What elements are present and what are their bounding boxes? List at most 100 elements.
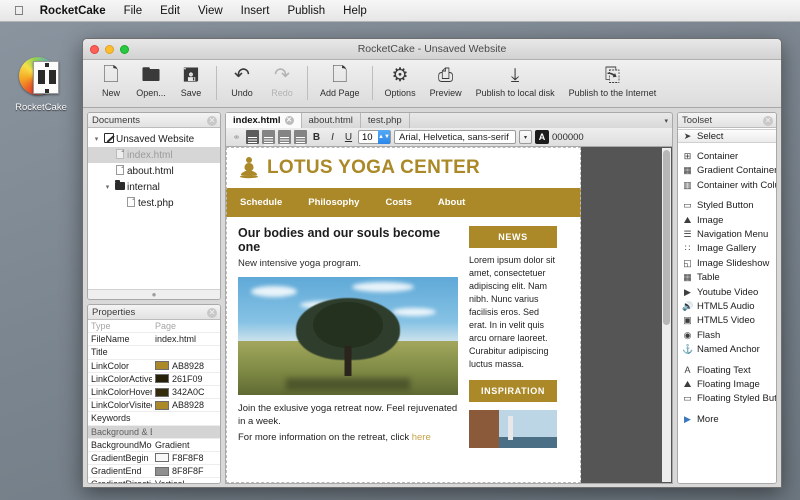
minimize-button[interactable] (105, 45, 114, 54)
property-row[interactable]: LinkColor AB8928 (88, 360, 220, 373)
property-row[interactable]: GradientEnd 8F8F8F (88, 465, 220, 479)
property-value[interactable]: AB8928 (152, 361, 220, 371)
menu-item-edit[interactable]: Edit (151, 0, 189, 22)
toolset-list[interactable]: ➤ Select ⊞ Container ▦ Gradient Container ▥ Con… (678, 128, 776, 483)
property-value[interactable]: Gradient (152, 440, 220, 450)
property-value[interactable]: index.html (152, 334, 220, 344)
toolset-item-floating-image[interactable]: ⛰ Floating Image (678, 377, 776, 391)
site-nav-costs[interactable]: Costs (385, 197, 437, 208)
bold-button[interactable]: B (310, 130, 323, 144)
preview-button[interactable]: ⎙ Preview (423, 64, 469, 98)
property-value[interactable]: 261F09 (152, 374, 220, 384)
tree-on-hill-photo[interactable] (238, 277, 458, 395)
toolset-item-youtube-video[interactable]: ▶ Youtube Video (678, 285, 776, 299)
documents-resize-handle[interactable]: ● (88, 289, 220, 299)
menu-item-file[interactable]: File (115, 0, 152, 22)
article-link-here[interactable]: here (412, 432, 431, 443)
site-nav-schedule[interactable]: Schedule (240, 197, 308, 208)
color-swatch[interactable] (155, 387, 169, 397)
align-left-button[interactable] (246, 130, 259, 144)
chevron-down-icon[interactable]: ▾ (664, 117, 668, 125)
toolset-item-image-gallery[interactable]: ∷ Image Gallery (678, 242, 776, 256)
toolset-item-navigation-menu[interactable]: ☰ Navigation Menu (678, 227, 776, 241)
color-swatch[interactable] (155, 466, 169, 476)
site-navigation[interactable]: Schedule Philosophy Costs About (226, 188, 581, 217)
property-row[interactable]: GradientDirectionVertical (88, 478, 220, 483)
publish-internet-button[interactable]: ⎘ Publish to the Internet (562, 64, 664, 98)
font-size-stepper[interactable]: ▲▼ (378, 130, 390, 144)
tab-about-html[interactable]: about.html (302, 113, 361, 128)
color-swatch[interactable] (155, 374, 169, 384)
web-page-preview[interactable]: LOTUS YOGA CENTER Schedule Philosophy Cost… (226, 147, 581, 483)
toolset-item-image-slideshow[interactable]: ◱ Image Slideshow (678, 256, 776, 270)
toolset-item-more[interactable]: ▶ More (678, 412, 776, 426)
disclosure-triangle-icon[interactable]: ▾ (91, 135, 102, 143)
desktop-icon-rocketcake[interactable]: RocketCake (8, 55, 74, 113)
toolset-item-container-with-column[interactable]: ▥ Container with Column (678, 178, 776, 192)
property-row[interactable]: Type Page (88, 320, 220, 334)
property-row[interactable]: FileName index.html (88, 333, 220, 347)
toolset-item-named-anchor[interactable]: ⚓ Named Anchor (678, 342, 776, 356)
tab-test-php[interactable]: test.php (361, 113, 410, 128)
tree-item[interactable]: ▾ Unsaved Website (88, 131, 220, 147)
site-nav-about[interactable]: About (438, 197, 491, 208)
property-row[interactable]: LinkColorHover 342A0C (88, 386, 220, 400)
color-swatch[interactable] (155, 400, 169, 410)
toolset-item-image[interactable]: ⛰ Image (678, 213, 776, 227)
toolset-item-html5-audio[interactable]: 🔊 HTML5 Audio (678, 299, 776, 313)
close-icon[interactable]: ✕ (207, 307, 217, 318)
menu-item-rocketcake[interactable]: RocketCake (36, 0, 115, 22)
property-value[interactable]: Page (152, 321, 220, 331)
toolset-item-container[interactable]: ⊞ Container (678, 149, 776, 163)
tab-index-html[interactable]: index.html ✕ (226, 113, 302, 128)
toolset-item-floating-text[interactable]: A Floating Text (678, 363, 776, 377)
tree-item[interactable]: about.html (88, 163, 220, 179)
menu-item-view[interactable]: View (189, 0, 232, 22)
tree-item[interactable]: ▾ internal (88, 179, 220, 195)
link-icon[interactable]: ⚭ (230, 130, 243, 144)
close-icon[interactable]: ✕ (284, 116, 294, 125)
scrollbar-thumb[interactable] (663, 150, 670, 325)
text-color-icon[interactable]: A (535, 130, 549, 144)
align-right-button[interactable] (278, 130, 291, 144)
font-size-input[interactable] (359, 131, 378, 143)
property-row[interactable]: LinkColorActive 261F09 (88, 373, 220, 386)
publish-local-disk-button[interactable]: ⤓ Publish to local disk (469, 64, 562, 98)
property-row[interactable]: Title (88, 346, 220, 360)
toolset-item-flash[interactable]: ◉ Flash (678, 328, 776, 342)
properties-grid[interactable]: Type Page FileName index.html Title LinkColor… (88, 320, 220, 483)
font-size-field[interactable]: ▲▼ (358, 130, 391, 144)
underline-button[interactable]: U (342, 130, 355, 144)
open-button[interactable]: 🖿 Open... (131, 64, 171, 98)
toolset-item-table[interactable]: ▦ Table (678, 271, 776, 285)
save-button[interactable]: 🖪 Save (171, 64, 211, 98)
property-value[interactable]: 342A0C (152, 387, 220, 397)
align-justify-button[interactable] (294, 130, 307, 144)
menu-item-publish[interactable]: Publish (278, 0, 334, 22)
font-family-dropdown[interactable]: ▾ (519, 130, 532, 144)
property-row[interactable]: BackgroundModeGradient (88, 439, 220, 452)
undo-button[interactable]: ↶ Undo (222, 64, 262, 98)
property-row[interactable]: LinkColorVisited AB8928 (88, 399, 220, 413)
window-controls[interactable] (90, 45, 129, 54)
property-row[interactable]: GradientBegin F8F8F8 (88, 452, 220, 466)
property-value[interactable]: AB8928 (152, 400, 220, 410)
tree-item[interactable]: test.php (88, 195, 220, 211)
documents-tree[interactable]: ▾ Unsaved Website index.html about.html ▾ int… (88, 128, 220, 289)
text-color-value[interactable]: 000000 (552, 132, 584, 143)
canvas-vertical-scrollbar[interactable] (662, 148, 671, 482)
property-value[interactable]: F8F8F8 (152, 453, 220, 463)
window-title-bar[interactable]: RocketCake - Unsaved Website (83, 39, 781, 60)
toolset-item-styled-button[interactable]: ▭ Styled Button (678, 199, 776, 213)
toolset-item-html5-video[interactable]: ▣ HTML5 Video (678, 314, 776, 328)
property-value[interactable]: Vertical (152, 479, 220, 483)
disclosure-triangle-icon[interactable]: ▾ (102, 183, 113, 191)
toolset-item-select[interactable]: ➤ Select (678, 129, 776, 144)
menu-item-help[interactable]: Help (334, 0, 376, 22)
color-swatch[interactable] (155, 361, 169, 371)
font-family-field[interactable]: Arial, Helvetica, sans-serif (394, 130, 516, 144)
toolset-item-floating-styled-button[interactable]: ▭ Floating Styled Button (678, 392, 776, 406)
close-button[interactable] (90, 45, 99, 54)
color-swatch[interactable] (155, 453, 169, 463)
toolset-item-gradient-container[interactable]: ▦ Gradient Container (678, 164, 776, 178)
